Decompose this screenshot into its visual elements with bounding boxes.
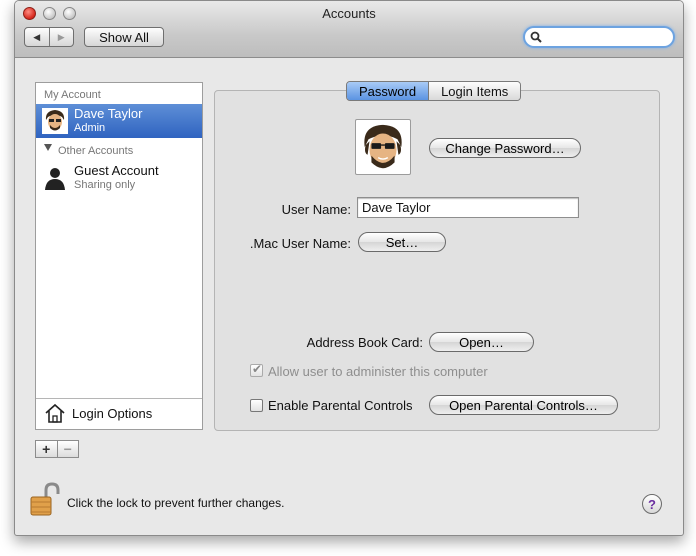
account-row-dave-taylor[interactable]: Dave Taylor Admin: [36, 104, 202, 138]
forward-arrow-icon[interactable]: ▶: [48, 28, 74, 46]
user-picture[interactable]: [355, 119, 411, 175]
mac-user-name-label: .Mac User Name:: [249, 236, 351, 251]
checkmark-icon: ✔: [252, 362, 263, 376]
search-input[interactable]: [545, 29, 669, 47]
account-name: Dave Taylor: [74, 106, 143, 121]
user-avatar-icon: [42, 108, 68, 134]
account-role: Admin: [74, 122, 106, 134]
tab-login-items[interactable]: Login Items: [428, 82, 521, 100]
remove-account-button[interactable]: −: [56, 441, 79, 457]
search-field[interactable]: [523, 26, 675, 48]
add-account-button[interactable]: +: [36, 441, 57, 457]
tab-bar: Password Login Items: [346, 81, 522, 101]
guest-silhouette-icon: [45, 168, 65, 190]
login-options-item[interactable]: Login Options: [36, 398, 202, 429]
account-subtitle: Sharing only: [74, 179, 136, 191]
accounts-list: My Account Dave Taylor Admin Other Accou…: [35, 82, 203, 430]
search-icon: [530, 31, 542, 43]
window-title: Accounts: [322, 6, 376, 21]
unlocked-padlock-icon[interactable]: [29, 482, 61, 516]
address-book-card-label: Address Book Card:: [306, 335, 423, 350]
back-forward-control: ◀ ▶: [24, 27, 74, 47]
title-bar: Accounts ◀ ▶ Show All: [15, 1, 683, 58]
account-name: Guest Account: [74, 163, 159, 178]
other-accounts-header: Other Accounts: [58, 145, 134, 157]
back-arrow-icon[interactable]: ◀: [25, 28, 49, 46]
parental-controls-checkbox[interactable]: [250, 399, 263, 412]
user-name-field[interactable]: Dave Taylor: [357, 197, 579, 218]
lock-status-text: Click the lock to prevent further change…: [67, 496, 285, 510]
change-password-button[interactable]: Change Password…: [429, 138, 581, 158]
allow-admin-label: Allow user to administer this computer: [268, 364, 488, 379]
accounts-window: Accounts ◀ ▶ Show All My Account Dave Ta…: [14, 0, 684, 536]
allow-admin-checkbox[interactable]: ✔: [250, 362, 263, 377]
tab-password[interactable]: Password: [347, 82, 429, 100]
my-account-header: My Account: [44, 89, 101, 101]
login-options-label: Login Options: [72, 406, 153, 421]
show-all-button[interactable]: Show All: [84, 27, 164, 47]
account-row-guest[interactable]: Guest Account Sharing only: [36, 161, 202, 195]
set-button[interactable]: Set…: [358, 232, 446, 252]
house-icon: [45, 403, 65, 423]
open-parental-controls-button[interactable]: Open Parental Controls…: [429, 395, 618, 415]
help-button[interactable]: ?: [642, 494, 662, 514]
parental-controls-label: Enable Parental Controls: [268, 398, 413, 413]
address-book-open-button[interactable]: Open…: [429, 332, 534, 352]
disclosure-triangle-icon[interactable]: [44, 144, 52, 151]
add-remove-control: + −: [35, 440, 79, 458]
user-name-label: User Name:: [281, 202, 351, 217]
